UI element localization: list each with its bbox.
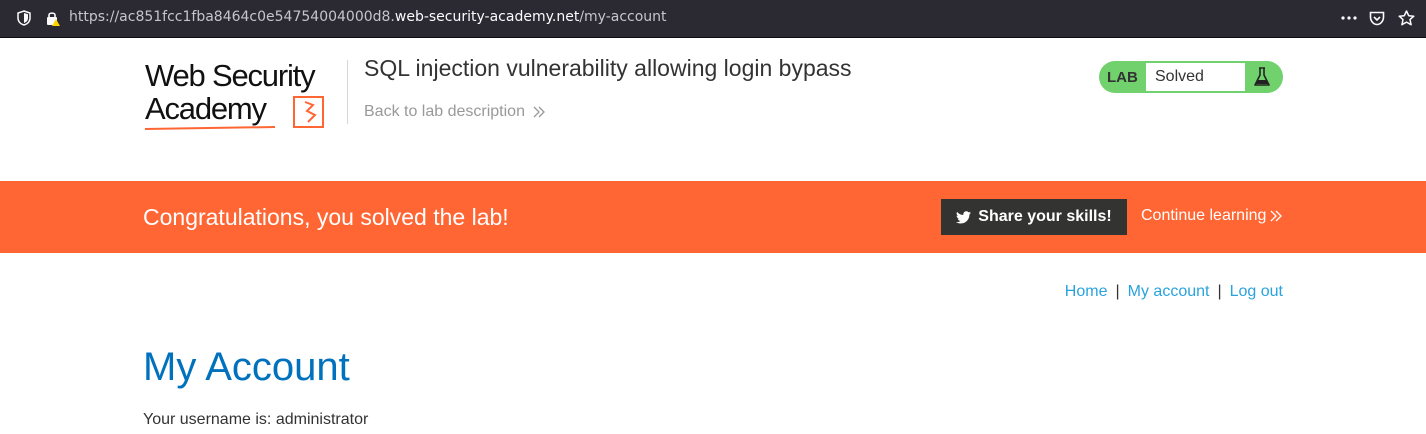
browser-url-bar[interactable]: https://ac851fcc1fba8464c0e54754004000d8… (0, 0, 1426, 38)
pocket-icon[interactable] (1368, 9, 1386, 27)
shield-icon[interactable] (15, 9, 33, 27)
lab-title: SQL injection vulnerability allowing log… (364, 55, 852, 81)
double-chevron-right-icon (533, 106, 545, 118)
lab-tag: LAB (1107, 69, 1138, 86)
share-skills-button[interactable]: Share your skills! (941, 199, 1127, 235)
web-security-academy-logo[interactable]: Web Security Academy (145, 58, 345, 133)
page-title: My Account (143, 345, 350, 389)
more-icon[interactable] (1340, 9, 1358, 27)
share-button-label: Share your skills! (978, 208, 1112, 225)
continue-learning-label: Continue learning (1141, 207, 1267, 224)
warning-lock-icon[interactable] (44, 9, 62, 27)
nav-home-link[interactable]: Home (1065, 283, 1108, 300)
nav-log-out-link[interactable]: Log out (1230, 283, 1283, 300)
back-to-lab-description-link[interactable]: Back to lab description (364, 103, 545, 121)
url-path: /my-account (579, 9, 667, 25)
flask-icon (1252, 67, 1272, 87)
twitter-icon (956, 210, 972, 223)
nav-my-account-link[interactable]: My account (1128, 283, 1210, 300)
congratulations-message: Congratulations, you solved the lab! (143, 204, 509, 230)
username-text: Your username is: administrator (143, 411, 369, 428)
back-link-label: Back to lab description (364, 103, 525, 120)
account-nav: Home | My account | Log out (1065, 283, 1283, 301)
url-text[interactable]: https://ac851fcc1fba8464c0e54754004000d8… (69, 9, 667, 25)
url-host: web-security-academy.net (394, 9, 580, 25)
solved-banner: Congratulations, you solved the lab! Sha… (0, 181, 1426, 253)
continue-learning-link[interactable]: Continue learning (1141, 207, 1283, 225)
nav-separator: | (1115, 283, 1120, 300)
lab-status-text: Solved (1146, 63, 1245, 91)
bookmark-star-icon[interactable] (1397, 9, 1415, 27)
lab-status-widget: LAB Solved (1099, 61, 1283, 93)
nav-separator: | (1217, 283, 1222, 300)
header-divider (347, 60, 348, 124)
logo-mark-icon (145, 96, 324, 130)
url-prefix: https://ac851fcc1fba8464c0e54754004000d8… (69, 9, 395, 25)
double-chevron-right-icon (1270, 210, 1283, 222)
